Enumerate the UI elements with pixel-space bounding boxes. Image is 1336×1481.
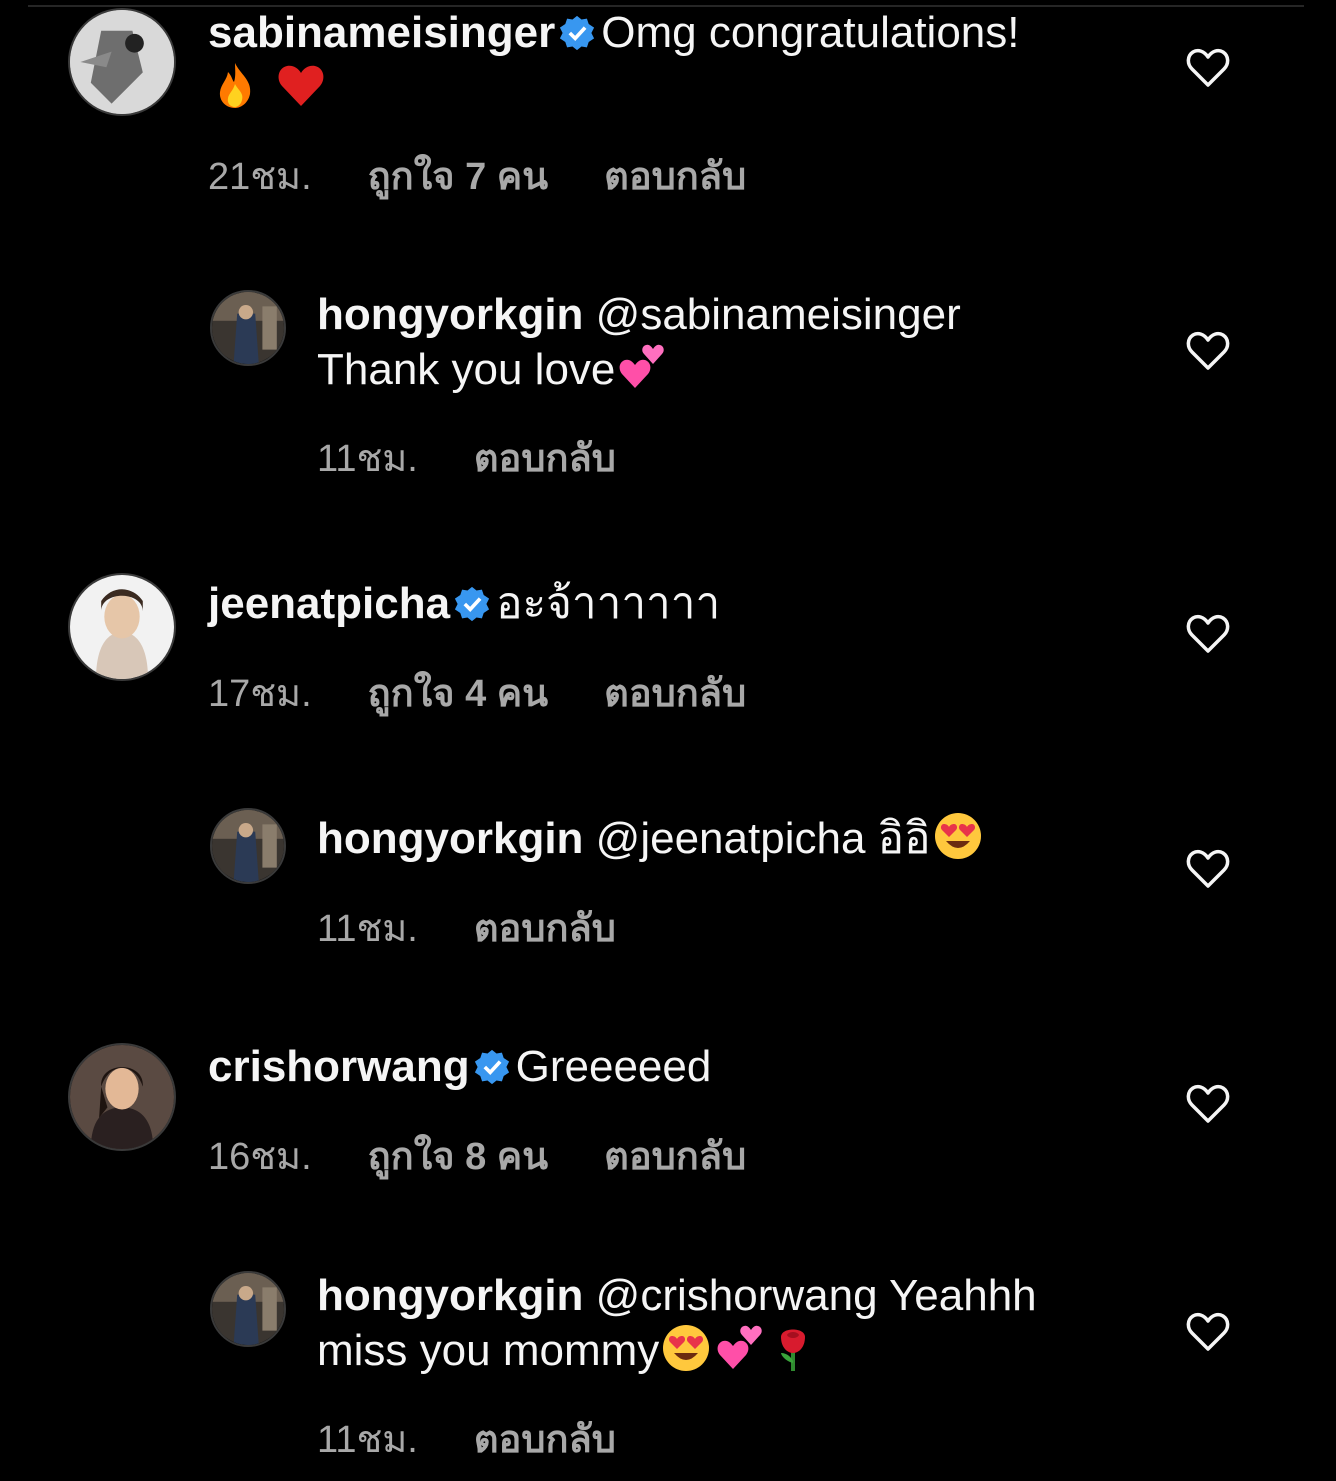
username[interactable]: crishorwang <box>208 1042 470 1091</box>
timestamp: 11ชม. <box>317 438 418 480</box>
comment-text: jeenatpicha อะจ้าาาาาา <box>208 576 1068 631</box>
comment-meta: 11ชม. ตอบกลับ <box>317 1408 616 1469</box>
timestamp: 21ชม. <box>208 156 312 198</box>
comment-text: crishorwang Greeeeed <box>208 1039 1068 1094</box>
avatar[interactable] <box>210 290 286 366</box>
heart-eyes-emoji-icon <box>934 813 981 859</box>
comment-body: อะจ้าาาาาา <box>496 579 721 628</box>
mention-link[interactable]: @sabinameisinger <box>596 290 961 339</box>
comment-body: Greeeeed <box>515 1042 712 1091</box>
avatar[interactable] <box>68 573 176 681</box>
username[interactable]: jeenatpicha <box>208 579 450 628</box>
avatar[interactable] <box>210 1271 286 1347</box>
reply-button[interactable]: ตอบกลับ <box>474 897 616 958</box>
comment-text: hongyorkgin @jeenatpicha อิอิ <box>317 811 1137 866</box>
timestamp: 17ชม. <box>208 673 312 715</box>
timestamp: 11ชม. <box>317 908 418 950</box>
avatar[interactable] <box>68 1043 176 1151</box>
timestamp: 11ชม. <box>317 1419 418 1461</box>
reply-button[interactable]: ตอบกลับ <box>604 145 746 206</box>
reply-button[interactable]: ตอบกลับ <box>474 427 616 488</box>
two-hearts-emoji-icon <box>717 1325 762 1369</box>
like-heart-icon[interactable] <box>1186 48 1230 88</box>
comment-text: hongyorkgin @sabinameisinger Thank you lo… <box>317 287 1137 397</box>
timestamp: 16ชม. <box>208 1136 312 1178</box>
comment-meta: 21ชม. ถูกใจ 7 คน ตอบกลับ <box>208 145 746 206</box>
username[interactable]: hongyorkgin <box>317 814 583 863</box>
username[interactable]: sabinameisinger <box>208 8 555 57</box>
comment-meta: 11ชม. ตอบกลับ <box>317 897 616 958</box>
reply-button[interactable]: ตอบกลับ <box>604 1125 746 1186</box>
username[interactable]: hongyorkgin <box>317 290 583 339</box>
like-heart-icon[interactable] <box>1186 331 1230 371</box>
verified-badge-icon <box>454 586 490 622</box>
like-count[interactable]: ถูกใจ 4 คน <box>368 662 548 723</box>
like-heart-icon[interactable] <box>1186 614 1230 654</box>
like-heart-icon[interactable] <box>1186 1084 1230 1124</box>
comment-meta: 17ชม. ถูกใจ 4 คน ตอบกลับ <box>208 662 746 723</box>
verified-badge-icon <box>560 15 595 51</box>
comment-body: Thank you love <box>317 345 616 394</box>
comment-body: อิอิ <box>877 814 931 863</box>
red-heart-emoji-icon <box>278 65 324 106</box>
heart-eyes-emoji-icon <box>663 1325 710 1371</box>
like-count[interactable]: ถูกใจ 7 คน <box>368 145 548 206</box>
comment-text: hongyorkgin @crishorwang Yeahhh miss you… <box>317 1268 1137 1378</box>
like-heart-icon[interactable] <box>1186 849 1230 889</box>
avatar[interactable] <box>68 8 176 116</box>
two-hearts-emoji-icon <box>620 344 665 388</box>
reply-button[interactable]: ตอบกลับ <box>474 1408 616 1469</box>
reply-button[interactable]: ตอบกลับ <box>604 662 746 723</box>
rose-emoji-icon <box>781 1329 806 1371</box>
like-heart-icon[interactable] <box>1186 1312 1230 1352</box>
fire-emoji-icon <box>219 63 251 108</box>
comment-meta: 16ชม. ถูกใจ 8 คน ตอบกลับ <box>208 1125 746 1186</box>
verified-badge-icon <box>474 1049 509 1085</box>
comment-body: Omg congratulations! <box>601 8 1020 57</box>
comment-text: sabinameisinger Omg congratulations! <box>208 5 1068 115</box>
like-count[interactable]: ถูกใจ 8 คน <box>368 1125 548 1186</box>
mention-link[interactable]: @jeenatpicha <box>596 814 866 863</box>
comment-meta: 11ชม. ตอบกลับ <box>317 427 616 488</box>
mention-link[interactable]: @crishorwang <box>596 1271 878 1320</box>
avatar[interactable] <box>210 808 286 884</box>
username[interactable]: hongyorkgin <box>317 1271 583 1320</box>
